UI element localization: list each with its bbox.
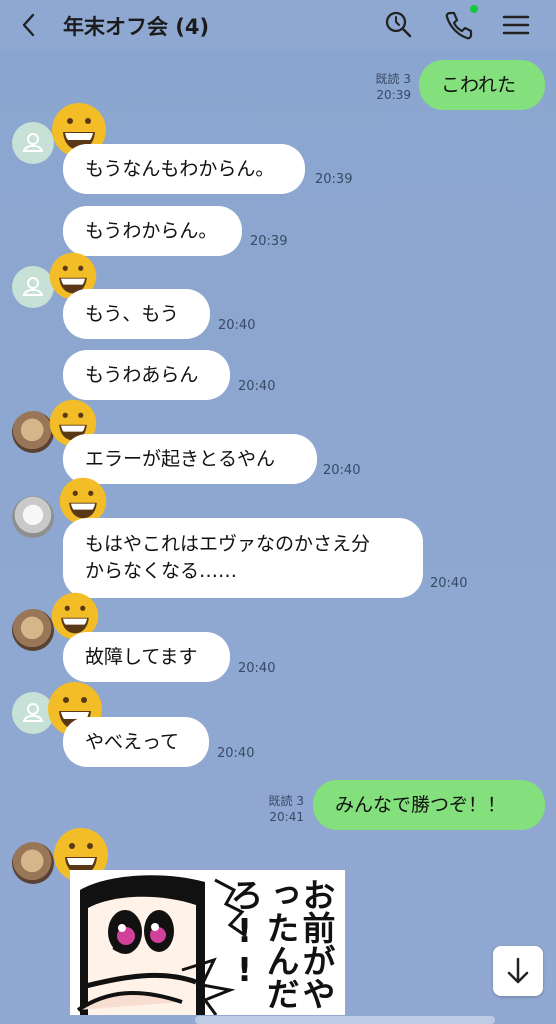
message-time: 20:39	[250, 234, 288, 249]
chat-title[interactable]: 年末オフ会 (4)	[63, 11, 209, 41]
incoming-message-bubble[interactable]: もう、もう	[63, 289, 210, 339]
chat-screen: 年末オフ会 (4) 既読 3 20:39 こわれた もうなんもわからん。 20:…	[0, 0, 556, 1024]
user-avatar[interactable]	[12, 842, 54, 884]
message-line: もはやこれはエヴァなのかさえ分	[85, 533, 371, 555]
back-icon[interactable]	[18, 13, 42, 37]
online-dot	[470, 5, 478, 13]
incoming-message-bubble[interactable]: もうなんもわからん。	[63, 144, 305, 194]
sticker-text: お前がやったんだろ!!	[225, 878, 336, 1010]
message-time: 20:40	[238, 661, 276, 676]
manga-sticker[interactable]: お前がやったんだろ!!	[70, 870, 345, 1015]
message-time: 20:40	[238, 379, 276, 394]
incoming-message-bubble[interactable]: やべえって	[63, 717, 209, 767]
message-time: 20:40	[323, 463, 361, 478]
message-time: 20:40	[218, 318, 256, 333]
message-time: 20:40	[217, 746, 255, 761]
message-line: からなくなる……	[85, 560, 238, 582]
message-time: 20:39	[315, 172, 353, 187]
chat-header: 年末オフ会 (4)	[0, 0, 556, 50]
own-message-bubble[interactable]: みんなで勝つぞ！！	[313, 780, 545, 830]
own-message-bubble[interactable]: こわれた	[419, 60, 545, 110]
home-indicator	[195, 1016, 495, 1024]
default-avatar[interactable]	[12, 122, 54, 164]
read-status: 既読 3 20:39	[375, 72, 411, 102]
incoming-message-bubble[interactable]: 故障してます	[63, 632, 230, 682]
menu-icon[interactable]	[500, 9, 532, 41]
scroll-down-button[interactable]	[493, 946, 543, 996]
scroll-down-icon	[507, 957, 529, 984]
message-time: 20:40	[430, 576, 468, 591]
person-icon	[22, 133, 44, 152]
user-avatar[interactable]	[12, 496, 54, 538]
user-avatar[interactable]	[12, 609, 54, 651]
phone-icon[interactable]	[442, 9, 474, 41]
incoming-message-bubble[interactable]: もうわあらん	[63, 350, 230, 400]
incoming-message-bubble[interactable]: もうわからん。	[63, 206, 242, 256]
read-status: 既読 3 20:41	[268, 794, 304, 824]
search-icon[interactable]	[382, 9, 414, 41]
incoming-message-bubble[interactable]: もはやこれはエヴァなのかさえ分 からなくなる……	[63, 518, 423, 598]
